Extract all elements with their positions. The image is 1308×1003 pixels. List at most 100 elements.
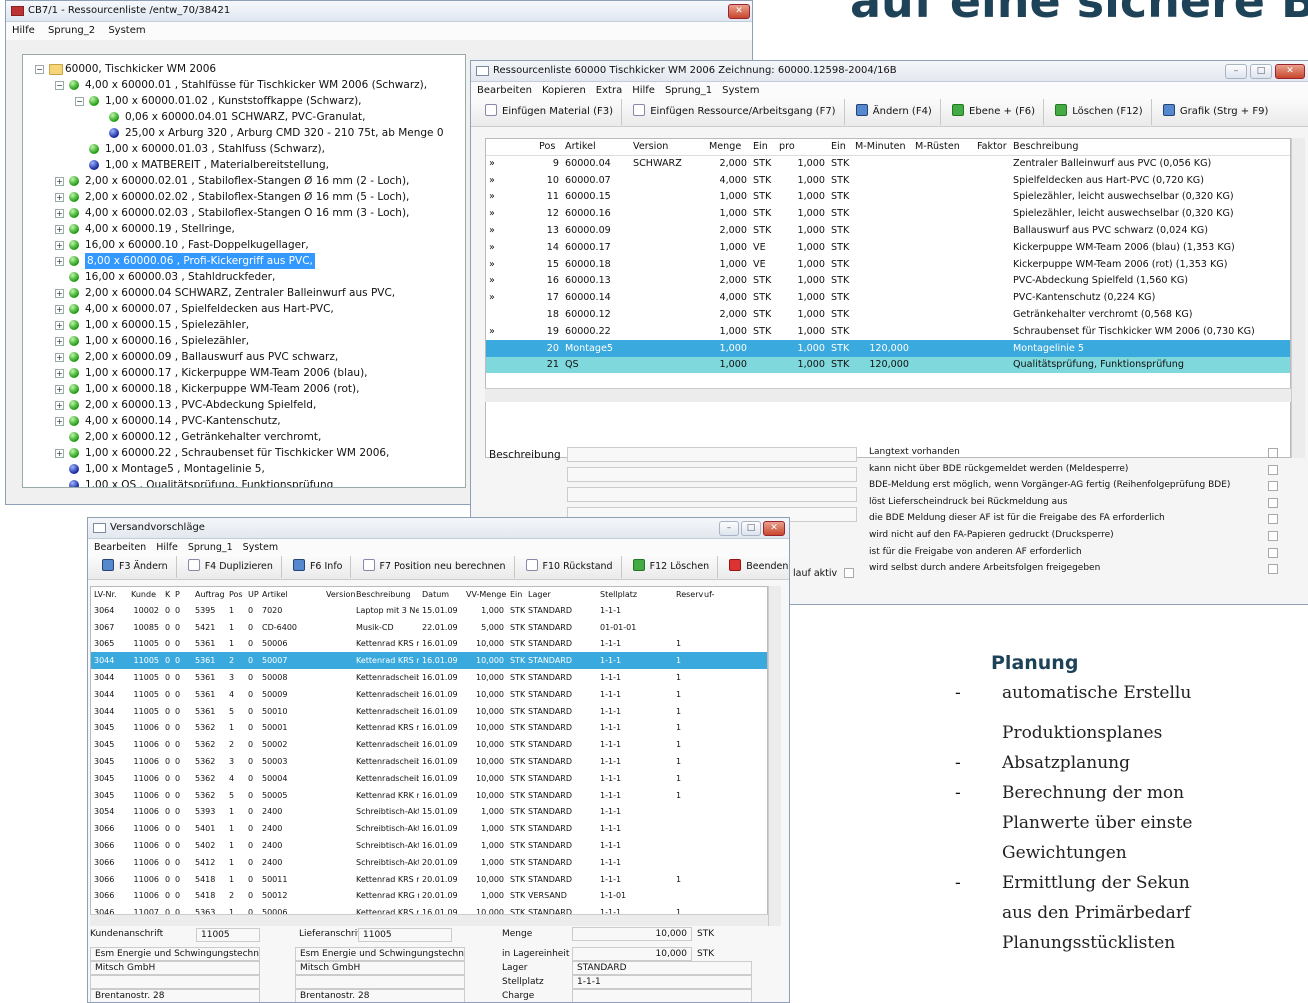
tree-node[interactable]: 0,06 x 60000.04.01 SCHWARZ, PVC-Granulat… <box>23 109 465 125</box>
liefer-name1-field[interactable]: Esm Energie und Schwingungstechnik <box>295 947 465 961</box>
table-row[interactable]: 18 60000.12 2,000 STK 1,000 STK Getränkehalter… <box>486 306 1290 323</box>
column-header[interactable]: Stellplatz <box>597 587 673 602</box>
table-row[interactable]: » 12 60000.16 1,000 STK 1,000 STK Spielezähler,… <box>486 205 1290 222</box>
menu-item[interactable]: Bearbeiten <box>477 85 532 96</box>
tree-node[interactable]: +1,00 x 60000.18 , Kickerpuppe WM-Team 2… <box>23 381 465 397</box>
option-checkbox[interactable] <box>1268 514 1278 525</box>
tree-node[interactable]: 2,00 x 60000.12 , Getränkehalter verchro… <box>23 429 465 445</box>
table-row[interactable]: 3045 11006 0 0 5362 5 0 50005 Kettenrad KRK m 16.… <box>91 787 767 804</box>
table-row[interactable]: 3044110050053613050008Kettenradscheibe16… <box>91 669 767 686</box>
table-row[interactable]: 3067 10085 0 0 5421 1 0 CD-6400 Musik-CD 22.01.09… <box>91 619 767 636</box>
expand-icon[interactable]: + <box>55 209 64 218</box>
column-header[interactable]: Ein <box>750 139 776 155</box>
kunde-name2-field[interactable]: Mitsch GmbH <box>90 961 260 975</box>
table-row[interactable]: 3044110050053615050010Kettenradscheibe16… <box>91 703 767 720</box>
tree-node[interactable]: +16,00 x 60000.10 , Fast-Doppelkugellage… <box>23 237 465 253</box>
table-row[interactable]: 3066 11006 0 0 5418 2 0 50012 Kettenrad KRG m 20.… <box>91 888 767 905</box>
column-header[interactable]: Version <box>630 139 706 155</box>
ressourcen-hscroll[interactable] <box>485 388 1291 402</box>
beschreibung-field[interactable] <box>567 447 857 462</box>
expand-icon[interactable]: + <box>55 369 64 378</box>
column-header[interactable]: K <box>162 587 172 602</box>
expand-icon[interactable]: + <box>55 449 64 458</box>
lagereinheit-field[interactable]: 10,000 <box>572 947 692 961</box>
column-header[interactable]: M-Minuten <box>852 139 912 155</box>
column-header[interactable]: Auftrag <box>192 587 226 602</box>
expand-icon[interactable]: + <box>55 337 64 346</box>
column-header[interactable]: M-Rüsten <box>912 139 974 155</box>
tree-node[interactable]: +2,00 x 60000.02.01 , Stabiloflex-Stange… <box>23 173 465 189</box>
table-row[interactable]: 3045110060053623050003Kettenradscheibe16… <box>91 753 767 770</box>
expand-icon[interactable]: + <box>55 241 64 250</box>
expand-icon[interactable]: + <box>55 289 64 298</box>
menge-field[interactable]: 10,000 <box>572 927 692 941</box>
tree-node[interactable]: +2,00 x 60000.02.02 , Stabiloflex-Stange… <box>23 189 465 205</box>
expand-icon[interactable]: + <box>55 257 64 266</box>
tree-node[interactable]: − 60000, Tischkicker WM 2006 <box>23 61 465 77</box>
table-row[interactable]: 3066 11006 0 0 5412 1 0 2400 Schreibtisch-Akt 20.… <box>91 854 767 871</box>
f6-info-button[interactable]: F6 Info <box>285 556 352 578</box>
lauf-aktiv-checkbox[interactable] <box>844 568 854 578</box>
expand-icon[interactable]: + <box>55 417 64 426</box>
table-row[interactable]: » 16 60000.13 2,000 STK 1,000 STK PVC-Abdeckung… <box>486 273 1290 290</box>
einfuegen-ressource-button[interactable]: Einfügen Ressource/Arbeitsgang (F7) <box>625 99 845 125</box>
column-header[interactable]: Menge <box>706 139 750 155</box>
grafik-button[interactable]: Grafik (Strg + F9) <box>1155 99 1276 125</box>
tree-node[interactable]: +8,00 x 60000.06 , Profi-Kickergriff aus… <box>23 253 465 269</box>
table-row[interactable]: » 10 60000.07 4,000 STK 1,000 STK Spielfeldecke… <box>486 172 1290 189</box>
column-header[interactable]: Kunde <box>128 587 162 602</box>
option-checkbox[interactable] <box>1268 547 1278 558</box>
tree-node[interactable]: 16,00 x 60000.03 , Stahldruckfeder, <box>23 269 465 285</box>
kunde-name3-field[interactable] <box>90 975 260 989</box>
table-row[interactable]: 3044110050053614050009Kettenradscheibe16… <box>91 686 767 703</box>
option-checkbox[interactable] <box>1268 531 1278 541</box>
column-header[interactable]: Reserv <box>673 587 703 602</box>
menu-sprung[interactable]: Sprung_2 <box>48 25 95 36</box>
expand-icon[interactable]: + <box>55 177 64 186</box>
column-header[interactable]: Version <box>323 587 355 602</box>
tree-node[interactable]: +1,00 x 60000.15 , Spielezähler, <box>23 317 465 333</box>
f12-loeschen-button[interactable]: F12 Löschen <box>625 556 719 578</box>
column-header[interactable]: LV-Nr. <box>91 587 128 602</box>
menu-item[interactable]: Extra <box>596 85 622 96</box>
tree-node[interactable]: +4,00 x 60000.07 , Spielfeldecken aus Ha… <box>23 301 465 317</box>
table-row[interactable]: 20 Montage5 1,000 1,000 STK 120,000 Montagelin… <box>486 339 1290 357</box>
table-row[interactable]: » 13 60000.09 2,000 STK 1,000 STK Ballauswurf a… <box>486 222 1290 239</box>
ressourcen-vscroll[interactable] <box>1291 138 1305 458</box>
lieferanschrift-field[interactable]: 11005 <box>358 928 452 942</box>
liefer-name3-field[interactable] <box>295 975 465 989</box>
expand-icon[interactable]: + <box>55 305 64 314</box>
table-row[interactable]: 3045110060053622050002Kettenradscheibe16… <box>91 736 767 753</box>
column-header[interactable]: Artikel <box>259 587 323 602</box>
column-header[interactable]: Lager <box>525 587 597 602</box>
beschreibung-field-2[interactable] <box>567 467 857 482</box>
menu-item[interactable]: Kopieren <box>542 85 586 96</box>
column-header[interactable]: Ein <box>828 139 852 155</box>
column-header[interactable]: Beschreibung <box>1010 139 1290 155</box>
menu-item[interactable]: Sprung_1 <box>665 85 712 96</box>
tree-node[interactable]: 1,00 x Montage5 , Montagelinie 5, <box>23 461 465 477</box>
column-header[interactable]: Artikel <box>562 139 630 155</box>
tree-node[interactable]: +4,00 x 60000.02.03 , Stabiloflex-Stange… <box>23 205 465 221</box>
tree-node[interactable]: +1,00 x 60000.16 , Spielezähler, <box>23 333 465 349</box>
table-row[interactable]: 3044 11005 0 0 5361 2 0 50007 Kettenrad KRS m 16.… <box>91 652 767 670</box>
table-row[interactable]: » 9 60000.04 SCHWARZ 2,000 STK 1,000 STK Zentral… <box>486 155 1290 172</box>
menu-item[interactable]: System <box>243 542 278 553</box>
column-header[interactable]: uf- <box>701 587 767 602</box>
option-checkbox[interactable] <box>1268 464 1278 475</box>
option-checkbox[interactable] <box>1268 497 1278 508</box>
table-row[interactable]: » 15 60000.18 1,000 VE 1,000 STK Kickerpuppe WM… <box>486 256 1290 273</box>
expand-icon[interactable]: + <box>55 321 64 330</box>
loeschen-button[interactable]: Löschen (F12) <box>1047 99 1152 125</box>
charge-field[interactable] <box>572 989 752 1002</box>
f3-aendern-button[interactable]: F3 Ändern <box>94 556 177 578</box>
tree-node[interactable]: +4,00 x 60000.19 , Stellringe, <box>23 221 465 237</box>
table-row[interactable]: 3045110060053624050004Kettenradscheibe16… <box>91 770 767 787</box>
kunde-strasse-field[interactable]: Brentanostr. 28 <box>90 989 260 1002</box>
expand-icon[interactable]: + <box>55 385 64 394</box>
close-button[interactable]: ✕ <box>1275 64 1305 79</box>
collapse-icon[interactable]: − <box>75 97 84 106</box>
versand-vscroll[interactable] <box>768 586 781 926</box>
column-header[interactable]: Pos <box>226 587 245 602</box>
minimize-button[interactable]: – <box>1225 64 1247 79</box>
